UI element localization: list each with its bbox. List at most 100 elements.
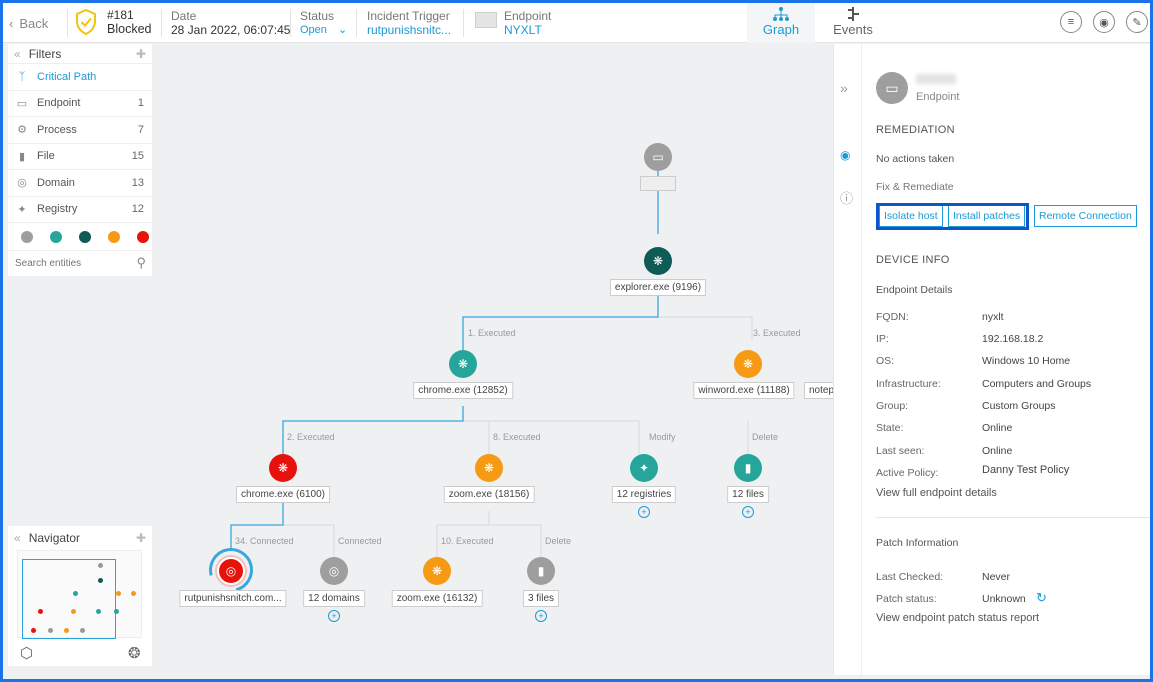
minimap-node xyxy=(98,563,103,568)
expand-icon[interactable]: + xyxy=(328,610,340,622)
color-filter-gray[interactable] xyxy=(21,230,33,243)
endpoint-node[interactable]: ▭ xyxy=(644,143,672,171)
node-label-zoom-child[interactable]: zoom.exe (16132) xyxy=(391,590,483,607)
node-label-registries[interactable]: 12 registries xyxy=(611,486,677,503)
collapse-icon[interactable]: « xyxy=(14,531,21,545)
divider xyxy=(876,517,1150,518)
node-label-winword[interactable]: winword.exe (11188) xyxy=(693,382,795,399)
node-label-chrome-child[interactable]: chrome.exe (6100) xyxy=(236,486,330,503)
incident-id: #181 Blocked xyxy=(107,8,152,36)
timeline-icon xyxy=(848,7,859,21)
endpoint-link[interactable]: NYXLT xyxy=(504,23,551,37)
drag-icon[interactable]: ✚ xyxy=(136,531,146,545)
minimap-node xyxy=(64,628,69,633)
color-filter-dark-teal[interactable] xyxy=(79,230,91,243)
filter-critical-path[interactable]: ᛉ Critical Path xyxy=(8,64,152,91)
filter-endpoint[interactable]: ▭ Endpoint 1 xyxy=(8,91,152,117)
node-label-domain[interactable]: rutpunishsnitch.com... xyxy=(179,590,287,607)
process-node-chrome[interactable]: ❋ xyxy=(449,350,477,378)
info-icon[interactable]: ⓘ xyxy=(840,188,853,207)
color-filter-red[interactable] xyxy=(137,230,149,243)
color-filter-teal[interactable] xyxy=(50,230,62,243)
divider xyxy=(67,9,68,37)
active-policy-link[interactable]: Danny Test Policy xyxy=(982,464,1069,476)
expand-icon[interactable]: + xyxy=(535,610,547,622)
critical-edge xyxy=(462,296,659,350)
endpoint-avatar: ▭ xyxy=(876,72,908,104)
color-filter-orange[interactable] xyxy=(108,230,120,243)
node-label-chrome[interactable]: chrome.exe (12852) xyxy=(413,382,513,399)
filter-process[interactable]: ⚙ Process 7 xyxy=(8,117,152,144)
date-field: Date 28 Jan 2022, 06:07:45 xyxy=(171,9,291,37)
monitor-icon xyxy=(475,12,497,28)
process-node-chrome-child[interactable]: ❋ xyxy=(269,454,297,482)
node-label-domains[interactable]: 12 domains xyxy=(303,590,365,607)
process-icon: ❋ xyxy=(431,564,443,578)
eye-icon[interactable]: ◉ xyxy=(1093,11,1115,33)
refresh-icon[interactable]: ↻ xyxy=(1036,590,1047,606)
filter-file[interactable]: ▮ File 15 xyxy=(8,144,152,170)
process-icon: ❋ xyxy=(483,461,495,475)
minimap-node xyxy=(116,591,121,596)
patch-info-heading: Patch Information xyxy=(876,537,959,549)
monitor-icon: ▭ xyxy=(885,79,899,96)
edit-icon[interactable]: ✎ xyxy=(1126,11,1148,33)
collapse-icon[interactable]: « xyxy=(14,47,21,61)
file-node[interactable]: ▮ xyxy=(527,557,555,585)
minimap-viewport[interactable] xyxy=(22,559,116,639)
layout-icon[interactable]: ❂ xyxy=(128,644,141,662)
search-input[interactable] xyxy=(15,257,125,269)
process-node-explorer[interactable]: ❋ xyxy=(644,247,672,275)
graph-canvas[interactable]: ▭ ❋ explorer.exe (9196) 1. Executed 3. E… xyxy=(153,44,839,675)
edge-label: 8. Executed xyxy=(493,432,541,442)
globe-icon: ◎ xyxy=(17,177,27,190)
node-label-files[interactable]: 12 files xyxy=(727,486,769,503)
minimap-node xyxy=(38,609,43,614)
minimap-node xyxy=(98,578,103,583)
fit-view-icon[interactable]: ⬡ xyxy=(20,644,33,662)
node-label-zoom[interactable]: zoom.exe (18156) xyxy=(443,486,535,503)
edge-label: 2. Executed xyxy=(287,432,335,442)
view-full-endpoint-link[interactable]: View full endpoint details xyxy=(876,487,997,499)
filter-registry[interactable]: ✦ Registry 12 xyxy=(8,197,152,223)
registry-node[interactable]: ✦ xyxy=(630,454,658,482)
tab-events[interactable]: Events xyxy=(819,3,887,43)
expand-icon[interactable]: + xyxy=(742,506,754,518)
file-icon: ▮ xyxy=(744,461,752,475)
app-frame: ‹ Back #181 Blocked Date 28 Jan 2022, 06… xyxy=(0,0,1153,682)
patch-status-report-link[interactable]: View endpoint patch status report xyxy=(876,612,1039,624)
expand-icon[interactable]: + xyxy=(638,506,650,518)
filters-header: « Filters ✚ xyxy=(8,44,152,64)
graph-edges xyxy=(230,170,753,561)
back-button[interactable]: ‹ Back xyxy=(9,13,48,33)
list-icon[interactable]: ≡ xyxy=(1060,11,1082,33)
process-icon: ❋ xyxy=(742,357,754,371)
search-icon[interactable]: ⚲ xyxy=(136,255,146,271)
node-label-files-3[interactable]: 3 files xyxy=(522,590,560,607)
monitor-icon: ▭ xyxy=(16,97,28,110)
minimap-node xyxy=(71,609,76,614)
process-icon: ❋ xyxy=(277,461,289,475)
expand-panel-icon[interactable]: » xyxy=(840,80,848,96)
incident-trigger-link[interactable]: rutpunishsnitc... xyxy=(367,23,451,37)
endpoint-field: Endpoint NYXLT xyxy=(504,9,552,37)
globe-icon: ◎ xyxy=(328,564,340,578)
edge-label: 10. Executed xyxy=(441,536,494,546)
domain-node[interactable]: ◎ xyxy=(320,557,348,585)
minimap[interactable] xyxy=(17,550,142,639)
top-bar: ‹ Back #181 Blocked Date 28 Jan 2022, 06… xyxy=(3,3,1150,43)
drag-icon[interactable]: ✚ xyxy=(136,47,146,61)
domain-node-selected[interactable]: ◎ xyxy=(217,557,245,585)
eye-icon[interactable]: ◉ xyxy=(840,148,850,162)
filter-domain[interactable]: ◎ Domain 13 xyxy=(8,170,152,197)
monitor-icon: ▭ xyxy=(652,150,664,164)
node-label-explorer[interactable]: explorer.exe (9196) xyxy=(609,279,707,296)
edge-label: Delete xyxy=(545,536,572,546)
process-node-zoom-child[interactable]: ❋ xyxy=(423,557,451,585)
file-node[interactable]: ▮ xyxy=(734,454,762,482)
tab-graph[interactable]: Graph xyxy=(747,3,815,43)
status-dropdown[interactable]: Open ⌄ xyxy=(300,23,347,37)
process-node-zoom[interactable]: ❋ xyxy=(475,454,503,482)
process-node-winword[interactable]: ❋ xyxy=(734,350,762,378)
remote-connection-button[interactable]: Remote Connection xyxy=(1034,205,1137,227)
